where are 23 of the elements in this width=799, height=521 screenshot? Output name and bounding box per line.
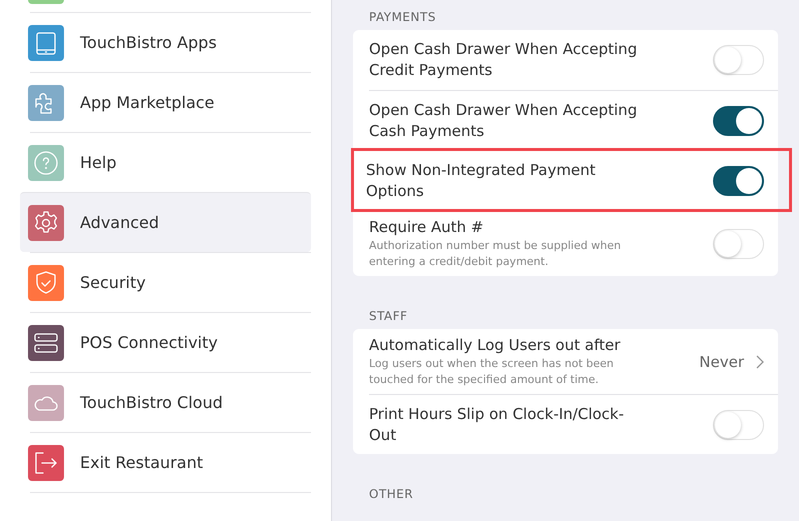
- toggle-switch[interactable]: [713, 106, 764, 136]
- chevron-icon: [756, 354, 764, 368]
- setting-label: Open Cash Drawer When Accepting Credit Payments: [369, 39, 638, 81]
- setting-label: Open Cash Drawer When Accepting Cash Payments: [369, 100, 638, 142]
- setting-value[interactable]: Never: [699, 352, 744, 370]
- setting-label: Automatically Log Users out after: [369, 335, 622, 356]
- setting-label: Show Non-Integrated Payment Options: [366, 160, 597, 202]
- sidebar-item[interactable]: Advanced: [20, 192, 311, 252]
- toggle-switch[interactable]: [713, 166, 764, 196]
- sidebar-item[interactable]: App Marketplace: [30, 72, 311, 132]
- sidebar-item[interactable]: POS Connectivity: [30, 312, 311, 372]
- setting-label: Require Auth #: [369, 217, 484, 238]
- sidebar-item[interactable]: TouchBistro Apps: [30, 12, 311, 72]
- section-header: PAYMENTS: [368, 10, 437, 26]
- partial-icon: [28, 0, 64, 4]
- sidebar-item[interactable]: TouchBistro Cloud: [30, 372, 311, 432]
- sidebar-item[interactable]: Exit Restaurant: [30, 432, 311, 493]
- setting-description: Log users out when the screen has not been touched for the specified amount of time.: [369, 356, 615, 388]
- sidebar-item[interactable]: Security: [30, 252, 311, 312]
- section-header: STAFF: [368, 309, 409, 325]
- setting-label: Print Hours Slip on Clock-In/Clock-Out: [369, 404, 625, 446]
- setting-description: Authorization number must be supplied when entering a credit/debit payment.: [369, 238, 622, 270]
- section-header: OTHER: [368, 487, 414, 503]
